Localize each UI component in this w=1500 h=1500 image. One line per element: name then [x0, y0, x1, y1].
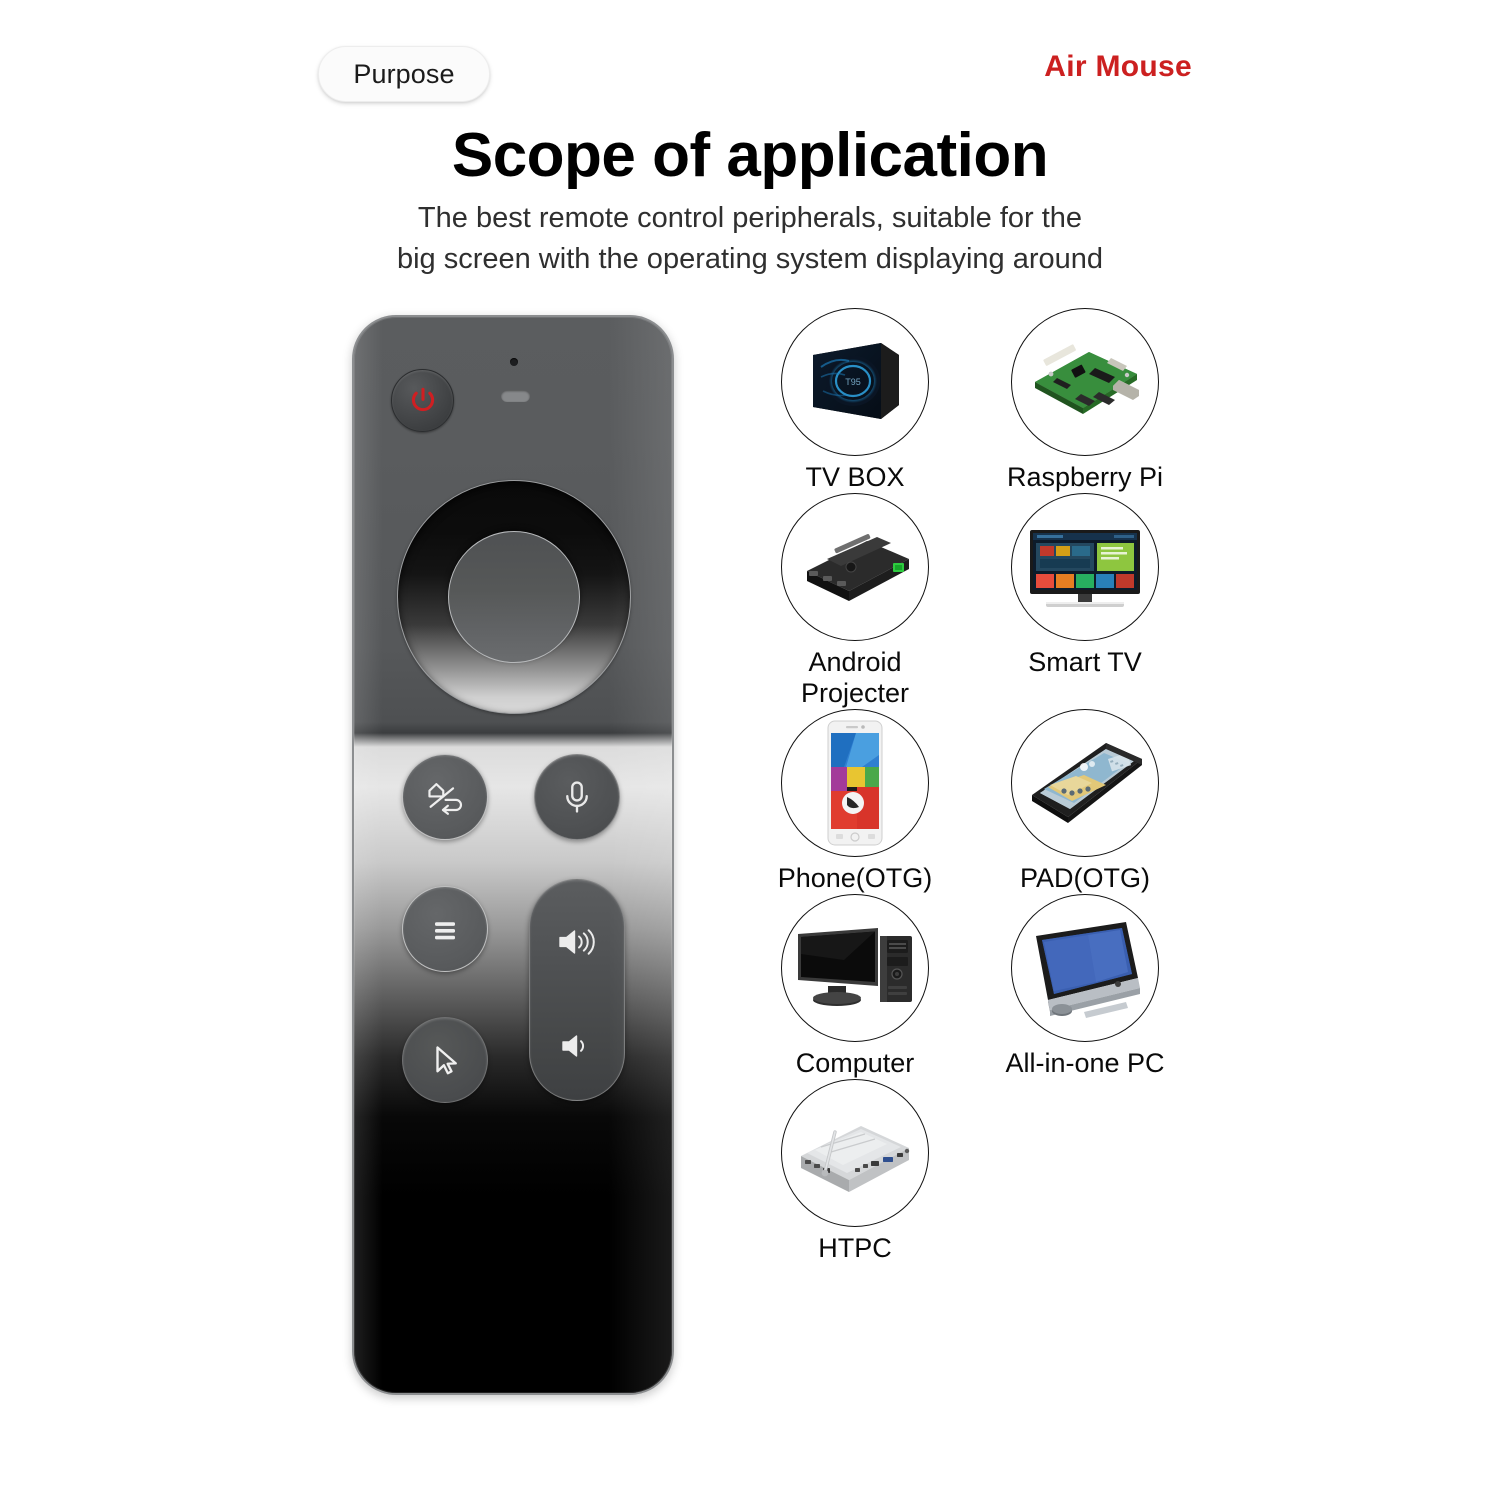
- led-dot-icon: [510, 358, 518, 366]
- device-label: Android Projecter: [800, 647, 910, 708]
- device-image-frame: [1011, 894, 1159, 1042]
- android-projector-icon: [807, 534, 909, 601]
- voice-button[interactable]: [534, 754, 620, 840]
- power-button[interactable]: [391, 369, 454, 432]
- device-label: TV BOX: [805, 462, 905, 492]
- device-label: PAD(OTG): [1020, 863, 1150, 893]
- device-image-frame: [781, 493, 929, 641]
- home-back-button[interactable]: [402, 754, 488, 840]
- device-label: HTPC: [818, 1233, 892, 1263]
- device-label: All-in-one PC: [1005, 1048, 1165, 1078]
- device-label: Smart TV: [1028, 647, 1142, 677]
- device-item-htpc: HTPC: [740, 1079, 970, 1264]
- application-device-grid: T95 TV BOX Raspberry Pi Android Projecte…: [740, 308, 1200, 1264]
- device-image-frame: [781, 894, 929, 1042]
- raspberry-pi-icon: [1035, 344, 1139, 414]
- purpose-badge-label: Purpose: [353, 58, 455, 89]
- ok-center-button[interactable]: [448, 531, 580, 663]
- page-title: Scope of application: [451, 121, 1049, 190]
- hamburger-menu-icon: [435, 922, 455, 940]
- purpose-badge: Purpose: [318, 46, 490, 102]
- device-row: HTPC: [740, 1079, 1200, 1264]
- device-cell-empty: [970, 1079, 1200, 1264]
- svg-text:T95: T95: [845, 377, 861, 387]
- device-image-frame: T95: [781, 308, 929, 456]
- menu-button[interactable]: [402, 886, 488, 972]
- device-image-frame: [1011, 709, 1159, 857]
- subtitle-line-1: The best remote control peripherals, sui…: [417, 202, 1083, 234]
- device-image-frame: [1011, 308, 1159, 456]
- device-row: Android Projecter Smart TV: [740, 493, 1200, 709]
- tv-box-icon: T95: [813, 343, 899, 419]
- subtitle-line-2: big screen with the operating system dis…: [396, 243, 1104, 275]
- device-label: Phone(OTG): [777, 863, 933, 893]
- volume-up-icon: [559, 929, 595, 955]
- htpc-mini-pc-icon: [801, 1126, 910, 1192]
- air-mouse-remote: [352, 315, 674, 1395]
- device-image-frame: [781, 709, 929, 857]
- microphone-icon: [566, 781, 588, 813]
- mouse-cursor-icon: [436, 1046, 457, 1075]
- device-row: Phone(OTG) PAD(OTG): [740, 709, 1200, 894]
- device-row: Computer All-in-one PC: [740, 894, 1200, 1079]
- device-item-raspberry-pi: Raspberry Pi: [970, 308, 1200, 493]
- power-icon: [411, 387, 434, 411]
- device-item-computer: Computer: [740, 894, 970, 1079]
- all-in-one-pc-icon: [1036, 922, 1140, 1018]
- dpad-navigation-ring[interactable]: [397, 480, 631, 714]
- remote-body: [352, 315, 674, 1395]
- device-item-pad-otg: PAD(OTG): [970, 709, 1200, 894]
- volume-down-icon: [562, 1035, 585, 1057]
- brand-label: Air Mouse: [1044, 50, 1192, 83]
- device-image-frame: [781, 1079, 929, 1227]
- home-back-icon: [428, 783, 463, 815]
- smartphone-icon: [827, 720, 883, 846]
- device-item-all-in-one-pc: All-in-one PC: [970, 894, 1200, 1079]
- tablet-icon: [1032, 743, 1142, 823]
- air-mouse-button[interactable]: [402, 1017, 488, 1103]
- device-label: Computer: [795, 1048, 915, 1078]
- volume-rocker[interactable]: [529, 879, 625, 1101]
- infographic-page: Purpose Air Mouse Scope of application T…: [0, 0, 1500, 1500]
- microphone-slot-icon: [501, 390, 530, 402]
- device-item-tv-box: T95 TV BOX: [740, 308, 970, 493]
- device-item-android-projector: Android Projecter: [740, 493, 970, 709]
- smart-tv-icon: [1030, 530, 1140, 607]
- page-subtitle: The best remote control peripherals, sui…: [0, 198, 1500, 280]
- device-row: T95 TV BOX Raspberry Pi: [740, 308, 1200, 493]
- device-item-phone-otg: Phone(OTG): [740, 709, 970, 894]
- device-label: Raspberry Pi: [1006, 462, 1164, 492]
- desktop-computer-icon: [798, 928, 912, 1006]
- device-image-frame: [1011, 493, 1159, 641]
- device-item-smart-tv: Smart TV: [970, 493, 1200, 709]
